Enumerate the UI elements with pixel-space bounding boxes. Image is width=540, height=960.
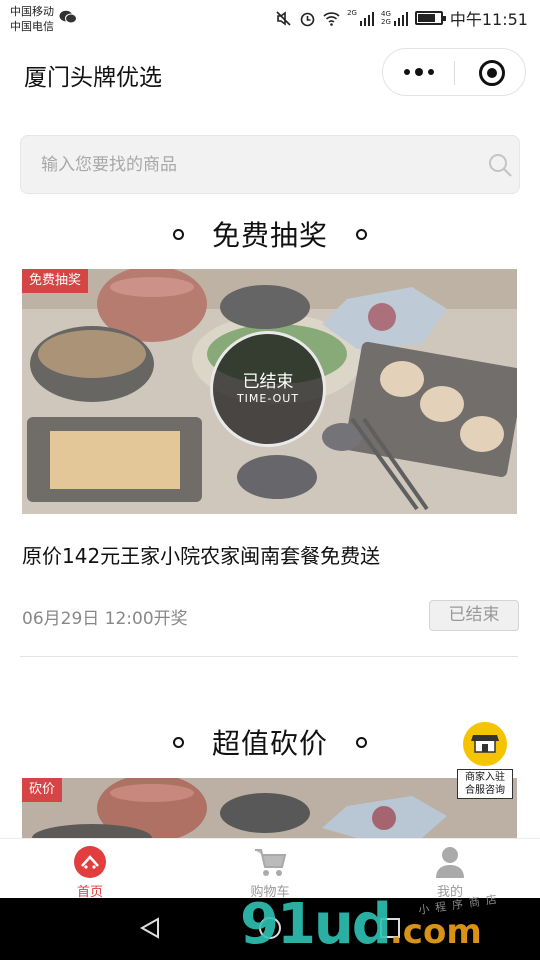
watermark-suffix: .com (389, 912, 482, 952)
food-photo (22, 778, 517, 838)
battery-fill (417, 14, 436, 22)
section-divider (20, 656, 518, 657)
tab-cart[interactable]: 购物车 (180, 839, 360, 900)
draw-time: 06月29日 12:00开奖 (22, 609, 188, 629)
ended-badge-text: 已结束 (242, 372, 294, 392)
tab-mine[interactable]: 我的 (360, 839, 540, 900)
bargain-banner[interactable]: 砍价 (22, 778, 517, 838)
ended-status-button[interactable]: 已结束 (429, 600, 519, 631)
search-bar[interactable] (20, 135, 520, 194)
back-icon[interactable] (138, 916, 162, 940)
status-bar: 中国移动 中国电信 2G 4G 2G 中午11:51 (0, 0, 540, 38)
miniprogram-capsule (382, 48, 526, 96)
cart-icon (255, 849, 287, 876)
search-icon[interactable] (487, 152, 513, 178)
alarm-icon (300, 12, 315, 26)
close-miniprogram-icon[interactable] (479, 60, 505, 86)
carrier-2: 中国电信 (10, 20, 54, 33)
lottery-section-title: 免费抽奖 (211, 219, 328, 252)
merchant-join-button[interactable]: 商家入驻 合服咨询 (455, 722, 515, 800)
battery-icon (414, 11, 446, 25)
signal-2g-icon: 2G (347, 10, 374, 26)
watermark-main: 91ud (240, 892, 392, 957)
bargain-tag: 砍价 (22, 778, 63, 802)
bargain-section-title: 超值砍价 (211, 727, 328, 760)
carrier-info: 中国移动 中国电信 (10, 4, 54, 34)
more-options-icon[interactable] (399, 57, 439, 87)
merchant-label-line2: 合服咨询 (465, 785, 505, 796)
user-icon (436, 847, 464, 878)
capsule-divider (454, 61, 455, 85)
clock: 中午11:51 (449, 10, 528, 29)
carrier-1: 中国移动 (10, 5, 54, 18)
tab-bar: 首页 购物车 我的 (0, 838, 540, 900)
wifi-icon (323, 11, 340, 26)
ended-badge: 已结束 TIME-OUT (210, 331, 326, 447)
product-title[interactable]: 原价142元王家小院农家闽南套餐免费送 (22, 540, 380, 569)
lottery-banner[interactable]: 免费抽奖 已结束 TIME-OUT (22, 269, 517, 514)
tab-home[interactable]: 首页 (0, 839, 180, 900)
ended-badge-subtext: TIME-OUT (236, 392, 300, 405)
merchant-label-line1: 商家入驻 (465, 772, 505, 783)
signal-4g-icon: 4G 2G (381, 10, 408, 26)
net-4g-label: 4G (380, 10, 391, 18)
status-icons: 2G 4G 2G 中午11:51 (275, 6, 528, 30)
search-input[interactable] (41, 150, 461, 180)
lottery-section-header: 免费抽奖 (0, 214, 540, 254)
net-2g-b-label: 2G (380, 18, 391, 26)
net-2g-label: 2G (347, 9, 357, 17)
ring-right-icon (356, 736, 367, 748)
shop-icon (463, 722, 507, 766)
lottery-tag: 免费抽奖 (22, 269, 89, 293)
page-title: 厦门头牌优选 (24, 65, 162, 91)
wechat-icon (59, 10, 77, 24)
ring-right-icon (356, 228, 367, 240)
merchant-label: 商家入驻 合服咨询 (457, 769, 513, 799)
mute-icon (276, 10, 291, 26)
ring-left-icon (172, 736, 184, 748)
ring-left-icon (172, 228, 184, 240)
home-icon (74, 846, 106, 878)
